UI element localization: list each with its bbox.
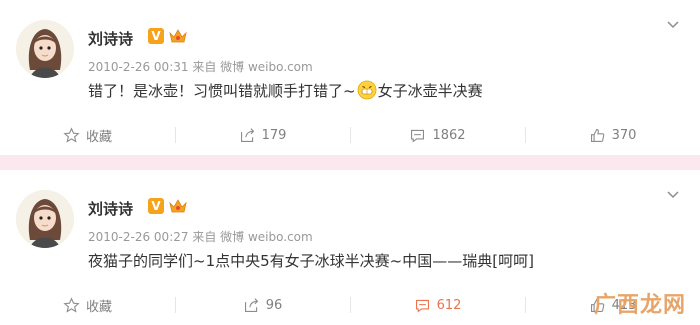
repost-button[interactable]: 96 xyxy=(175,285,350,325)
comment-icon xyxy=(411,129,425,143)
repost-icon xyxy=(240,127,254,142)
vip-crown-icon xyxy=(169,29,187,43)
post-time[interactable]: 2010-2-26 00:27 xyxy=(88,230,189,244)
vip-crown-icon xyxy=(169,199,187,213)
post-text-part: 错了！是冰壶！习惯叫错就顺手打错了~ xyxy=(88,82,356,100)
author-name[interactable]: 刘诗诗 xyxy=(88,198,133,219)
comment-button[interactable]: 1862 xyxy=(350,115,525,155)
source-prefix: 来自 xyxy=(192,60,217,74)
author-name[interactable]: 刘诗诗 xyxy=(88,28,133,49)
repost-count: 179 xyxy=(261,127,287,143)
verified-badge-icon: V xyxy=(148,28,164,44)
favorite-label: 收藏 xyxy=(85,129,112,145)
like-button[interactable]: 370 xyxy=(525,115,700,155)
grin-emoji-icon xyxy=(357,80,376,100)
post-meta: 2010-2-26 00:31 来自 微博 weibo.com xyxy=(88,58,313,75)
post-text: 错了！是冰壶！习惯叫错就顺手打错了~ 女子冰壶半决赛 xyxy=(88,80,483,101)
star-icon xyxy=(63,296,80,313)
post-source[interactable]: 微博 weibo.com xyxy=(220,230,313,244)
comment-button[interactable]: 612 xyxy=(350,285,525,325)
thumbs-up-icon xyxy=(590,128,604,142)
post-divider xyxy=(0,155,700,170)
avatar[interactable] xyxy=(16,20,74,78)
comment-count: 612 xyxy=(436,297,462,313)
verified-badge-icon: V xyxy=(148,198,164,214)
repost-icon xyxy=(244,297,258,312)
star-icon xyxy=(63,126,80,143)
post-text-part: 女子冰壶半决赛 xyxy=(377,82,483,100)
favorite-button[interactable]: 收藏 xyxy=(0,285,175,325)
watermark: 广西龙网 xyxy=(564,289,694,325)
action-bar: 收藏 179 1862 370 xyxy=(0,115,700,155)
favorite-label: 收藏 xyxy=(85,299,112,315)
post-source[interactable]: 微博 weibo.com xyxy=(220,60,313,74)
repost-button[interactable]: 179 xyxy=(175,115,350,155)
comment-icon xyxy=(415,299,429,313)
comment-count: 1862 xyxy=(432,127,466,143)
weibo-post: 刘诗诗 V 2010-2-26 00:31 来自 微博 weibo.com 错了… xyxy=(0,0,700,155)
chevron-down-icon[interactable] xyxy=(666,188,680,202)
watermark-text: 广西龙网 xyxy=(593,293,686,318)
like-count: 370 xyxy=(611,127,637,143)
source-prefix: 来自 xyxy=(192,230,217,244)
post-text: 夜猫子的同学们~1点中央5有女子冰球半决赛~中国——瑞典[呵呵] xyxy=(88,252,534,270)
chevron-down-icon[interactable] xyxy=(666,18,680,32)
favorite-button[interactable]: 收藏 xyxy=(0,115,175,155)
avatar[interactable] xyxy=(16,190,74,248)
post-time[interactable]: 2010-2-26 00:31 xyxy=(88,60,189,74)
repost-count: 96 xyxy=(265,297,283,313)
post-meta: 2010-2-26 00:27 来自 微博 weibo.com xyxy=(88,228,313,245)
